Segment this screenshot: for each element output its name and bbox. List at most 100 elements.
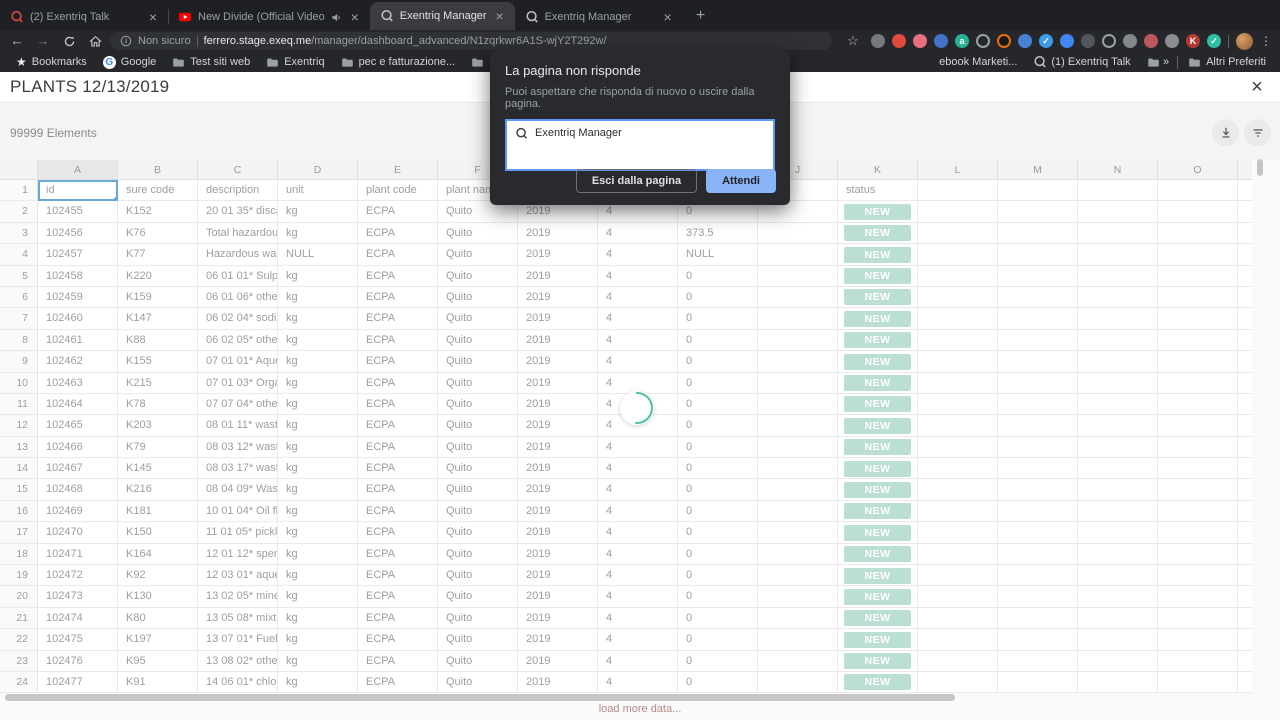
grid-cell[interactable]: K95 — [118, 651, 198, 672]
grid-cell[interactable] — [758, 479, 838, 500]
grid-cell[interactable] — [918, 266, 998, 287]
grid-cell[interactable]: 102460 — [38, 308, 118, 329]
grid-cell[interactable] — [1158, 565, 1238, 586]
grid-cell[interactable]: 13 02 05* mineral — [198, 586, 278, 607]
grid-cell[interactable]: 0 — [678, 458, 758, 479]
grid-cell[interactable]: kg — [278, 201, 358, 222]
grid-cell[interactable]: Hazardous waste — [198, 244, 278, 265]
grid-cell[interactable] — [758, 351, 838, 372]
grid-cell[interactable]: 4 — [598, 629, 678, 650]
grid-cell[interactable] — [1158, 672, 1238, 693]
grid-cell[interactable]: 0 — [678, 394, 758, 415]
column-header-A[interactable]: A — [38, 160, 118, 180]
grid-cell[interactable]: ECPA — [358, 308, 438, 329]
grid-cell[interactable] — [998, 373, 1078, 394]
grid-cell[interactable]: NEW — [838, 458, 918, 479]
row-number[interactable]: 11 — [0, 394, 38, 415]
grid-cell[interactable]: 2019 — [518, 394, 598, 415]
grid-cell[interactable] — [998, 565, 1078, 586]
grid-cell[interactable]: ECPA — [358, 437, 438, 458]
grid-cell[interactable] — [758, 651, 838, 672]
grid-cell[interactable]: 102467 — [38, 458, 118, 479]
grid-cell[interactable]: 2019 — [518, 437, 598, 458]
extension-icon[interactable] — [976, 34, 990, 48]
grid-cell[interactable]: K147 — [118, 308, 198, 329]
bookmark-item[interactable]: pec e fatturazione... — [333, 56, 464, 69]
grid-cell[interactable]: NEW — [838, 479, 918, 500]
grid-cell[interactable] — [1158, 501, 1238, 522]
grid-cell[interactable] — [758, 437, 838, 458]
grid-cell[interactable]: 4 — [598, 437, 678, 458]
extension-icon[interactable] — [913, 34, 927, 48]
grid-cell[interactable] — [1158, 287, 1238, 308]
grid-cell[interactable]: 2019 — [518, 565, 598, 586]
grid-cell[interactable] — [1078, 629, 1158, 650]
grid-cell[interactable]: kg — [278, 565, 358, 586]
grid-cell[interactable]: 0 — [678, 608, 758, 629]
grid-cell[interactable] — [758, 458, 838, 479]
grid-cell[interactable] — [1078, 351, 1158, 372]
row-number[interactable]: 13 — [0, 437, 38, 458]
grid-cell[interactable] — [918, 201, 998, 222]
grid-cell[interactable]: K80 — [118, 608, 198, 629]
grid-cell[interactable] — [758, 608, 838, 629]
grid-cell[interactable]: 4 — [598, 608, 678, 629]
bookmark-item[interactable]: ebook Marketi... — [931, 56, 1025, 68]
grid-cell[interactable]: 2019 — [518, 308, 598, 329]
grid-cell[interactable]: NEW — [838, 501, 918, 522]
grid-cell[interactable]: Quito — [438, 373, 518, 394]
grid-cell[interactable]: kg — [278, 608, 358, 629]
home-icon[interactable] — [84, 32, 106, 50]
row-number[interactable]: 12 — [0, 415, 38, 436]
grid-cell[interactable]: 102463 — [38, 373, 118, 394]
grid-cell[interactable]: 102462 — [38, 351, 118, 372]
grid-cell[interactable]: status — [838, 180, 918, 201]
extension-icon[interactable]: ✓ — [1207, 34, 1221, 48]
grid-cell[interactable]: NEW — [838, 373, 918, 394]
grid-cell[interactable]: Quito — [438, 244, 518, 265]
grid-cell[interactable]: 102473 — [38, 586, 118, 607]
grid-cell[interactable]: Quito — [438, 522, 518, 543]
row-number[interactable]: 5 — [0, 266, 38, 287]
grid-cell[interactable]: ECPA — [358, 586, 438, 607]
grid-cell[interactable]: 07 07 04* other or — [198, 394, 278, 415]
grid-cell[interactable] — [1078, 223, 1158, 244]
grid-cell[interactable]: NEW — [838, 266, 918, 287]
grid-cell[interactable]: kg — [278, 394, 358, 415]
row-number[interactable]: 4 — [0, 244, 38, 265]
grid-cell[interactable]: NEW — [838, 672, 918, 693]
grid-cell[interactable]: NEW — [838, 330, 918, 351]
grid-cell[interactable]: Quito — [438, 266, 518, 287]
grid-cell[interactable] — [918, 629, 998, 650]
row-number[interactable]: 8 — [0, 330, 38, 351]
grid-cell[interactable] — [918, 308, 998, 329]
grid-cell[interactable]: kg — [278, 373, 358, 394]
grid-cell[interactable]: kg — [278, 522, 358, 543]
vertical-scrollbar[interactable] — [1257, 159, 1263, 176]
grid-cell[interactable]: Quito — [438, 651, 518, 672]
grid-cell[interactable] — [918, 330, 998, 351]
column-header-B[interactable]: B — [118, 160, 198, 180]
grid-cell[interactable]: K91 — [118, 672, 198, 693]
grid-cell[interactable]: 0 — [678, 629, 758, 650]
grid-cell[interactable]: 4 — [598, 565, 678, 586]
grid-cell[interactable] — [918, 287, 998, 308]
audio-icon[interactable] — [331, 12, 342, 23]
grid-cell[interactable]: kg — [278, 651, 358, 672]
extension-icon[interactable] — [1123, 34, 1137, 48]
grid-cell[interactable] — [1158, 586, 1238, 607]
grid-cell[interactable]: 102477 — [38, 672, 118, 693]
grid-cell[interactable]: 07 01 03* Organic — [198, 373, 278, 394]
grid-cell[interactable]: kg — [278, 437, 358, 458]
grid-cell[interactable]: 4 — [598, 479, 678, 500]
extension-icon[interactable] — [1165, 34, 1179, 48]
grid-cell[interactable]: 102476 — [38, 651, 118, 672]
grid-cell[interactable]: Quito — [438, 223, 518, 244]
grid-cell[interactable]: NEW — [838, 223, 918, 244]
unresponsive-page-list-item[interactable]: Exentriq Manager — [505, 119, 775, 171]
grid-cell[interactable] — [918, 351, 998, 372]
row-number[interactable]: 6 — [0, 287, 38, 308]
grid-cell[interactable] — [918, 394, 998, 415]
row-number[interactable]: 22 — [0, 629, 38, 650]
grid-cell[interactable] — [1078, 308, 1158, 329]
